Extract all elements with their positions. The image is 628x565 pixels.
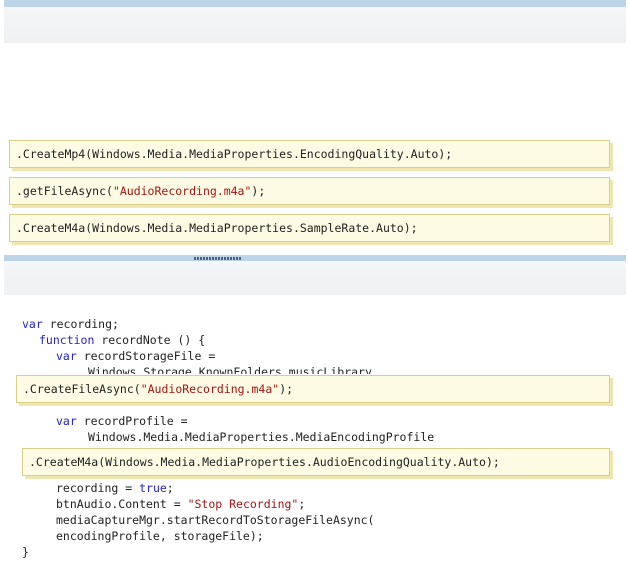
code-text: recording = <box>56 481 140 495</box>
code-text: mediaCaptureMgr.startRecordToStorageFile… <box>56 513 375 527</box>
answer-text: .CreateM4a(Windows.Media.MediaProperties… <box>16 221 418 235</box>
keyword: true <box>139 481 167 495</box>
code-line-recording-true: recording = true; <box>56 481 174 495</box>
top-divider-bar <box>4 0 626 7</box>
code-header-band <box>4 261 626 295</box>
slot-text-end: ); <box>279 382 294 396</box>
answer-string: "AudioRecording.m4a" <box>112 184 252 198</box>
code-string: "Stop Recording" <box>187 497 299 511</box>
keyword: var <box>22 317 43 331</box>
code-line-var-profile: var recordProfile = <box>56 414 188 428</box>
answer-slot-2[interactable]: .CreateM4a(Windows.Media.MediaProperties… <box>22 448 610 476</box>
slot-string: "AudioRecording.m4a" <box>140 382 280 396</box>
code-text-end: ; <box>166 481 174 495</box>
code-text: btnAudio.Content = <box>56 497 188 511</box>
code-line-encoding-profile: Windows.Media.MediaProperties.MediaEncod… <box>88 430 434 444</box>
code-text: Windows.Media.MediaProperties.MediaEncod… <box>88 430 435 444</box>
answer-choice-create-mp4[interactable]: .CreateMp4(Windows.Media.MediaProperties… <box>9 140 610 168</box>
answer-text: .CreateMp4(Windows.Media.MediaProperties… <box>16 147 453 161</box>
code-text: recordNote () { <box>94 333 206 347</box>
top-header-band <box>4 7 626 43</box>
answer-slot-1[interactable]: .CreateFileAsync("AudioRecording.m4a"); <box>16 375 610 403</box>
keyword: var <box>56 414 77 428</box>
answer-text-end: ); <box>251 184 266 198</box>
slot-text: .CreateM4a(Windows.Media.MediaProperties… <box>29 455 500 469</box>
code-text: recordStorageFile = <box>76 349 216 363</box>
code-text-end: ; <box>298 497 306 511</box>
code-text: } <box>22 545 29 559</box>
code-text: encodingProfile, storageFile); <box>56 529 264 543</box>
code-line-function: function recordNote () { <box>39 333 205 347</box>
code-line-var-recording: var recording; <box>22 317 119 331</box>
code-line-start-record: mediaCaptureMgr.startRecordToStorageFile… <box>56 513 375 527</box>
slot-text: .CreateFileAsync( <box>23 382 141 396</box>
code-line-args: encodingProfile, storageFile); <box>56 529 264 543</box>
code-text: Windows.Storage.KnownFolders.musicLibrar… <box>88 365 372 374</box>
answer-choice-create-m4a-samplerate[interactable]: .CreateM4a(Windows.Media.MediaProperties… <box>9 214 610 242</box>
code-text: recording; <box>42 317 119 331</box>
code-line-known-folders: Windows.Storage.KnownFolders.musicLibrar… <box>88 365 372 374</box>
code-line-btn-audio: btnAudio.Content = "Stop Recording"; <box>56 497 305 511</box>
keyword: var <box>56 349 77 363</box>
answer-text: .getFileAsync( <box>16 184 113 198</box>
code-line-close-brace: } <box>22 545 29 559</box>
code-line-var-storagefile: var recordStorageFile = <box>56 349 215 363</box>
code-text: recordProfile = <box>76 414 188 428</box>
answer-choice-get-file-async[interactable]: .getFileAsync("AudioRecording.m4a"); <box>9 177 610 205</box>
splitter-grip-handle[interactable] <box>194 257 242 260</box>
keyword: function <box>39 333 95 347</box>
